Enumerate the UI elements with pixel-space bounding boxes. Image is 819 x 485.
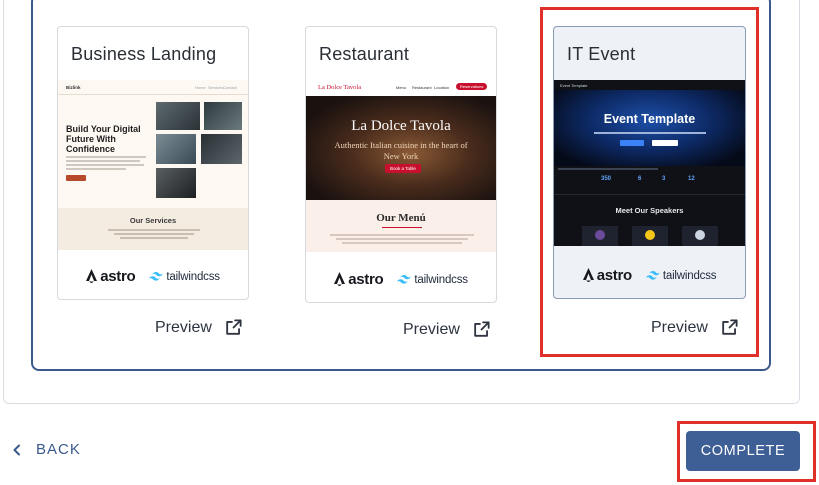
thumb-nav-1: Menu [396,85,407,90]
tech-logos: astro tailwindcss [554,267,745,284]
thumb-divider [554,194,745,195]
thumb-stat-2: 6 [638,176,642,182]
thumb-nav-3: Contact [223,85,237,90]
tailwind-icon [149,272,164,281]
template-card-it-event[interactable]: IT Event Event Template Event Template 3… [553,26,746,299]
thumb-nav-1: Home [195,85,206,90]
thumb-stat-1: 350 [601,176,612,182]
thumb-text-line [342,242,462,244]
template-thumbnail: La Dolce Tavola Menu Restaurant Location… [306,80,496,252]
thumb-speaker-card [682,226,718,246]
thumb-speaker-card [582,226,618,246]
thumb-text-line [558,168,658,170]
thumb-button [620,140,644,146]
template-card-restaurant[interactable]: Restaurant La Dolce Tavola Menu Restaura… [305,26,497,303]
preview-label: Preview [155,318,212,336]
external-link-icon [474,321,490,337]
thumb-services-section: Our Services [58,208,248,250]
thumb-photo [156,102,200,130]
thumb-text-line [336,238,468,240]
thumb-button [652,140,678,146]
tailwind-logo: tailwindcss [397,273,468,286]
thumb-hero: Event Template [554,90,745,166]
thumb-speaker-card [632,226,668,246]
template-thumbnail: Bizlink Home Services Contact Build Your… [58,80,248,250]
tech-logos: astro tailwindcss [58,268,248,285]
thumb-brand: Bizlink [66,85,81,90]
complete-button[interactable]: COMPLETE [686,431,800,471]
astro-label: astro [596,267,632,284]
astro-icon [582,268,594,282]
thumb-brand: Event Template [560,83,588,88]
tailwind-icon [645,271,660,280]
thumb-cta-button [66,175,86,181]
preview-label: Preview [403,320,460,338]
preview-link-it-event[interactable]: Preview [651,318,739,337]
astro-icon [86,269,98,283]
thumb-section-title: Meet Our Speakers [615,206,684,215]
astro-logo: astro [334,271,384,288]
astro-logo: astro [86,268,136,285]
thumb-headline: Build Your Digital Future With Confidenc… [66,124,141,154]
thumb-book-button: Book a Table [385,164,421,173]
speaker-avatar [595,230,605,240]
thumb-subtitle: Authentic Italian cuisine in the heart o… [334,140,468,161]
thumb-text-line [66,164,144,166]
external-link-icon [722,319,738,335]
thumb-text-line [108,229,200,231]
thumb-text-line [66,160,140,162]
tailwind-logo: tailwindcss [149,270,220,283]
tailwind-label: tailwindcss [662,269,717,282]
template-thumbnail: Event Template Event Template 350 6 3 12… [554,80,745,246]
thumb-text-line [66,168,126,170]
chevron-left-icon [13,444,20,455]
astro-icon [334,272,346,286]
speaker-avatar [695,230,705,240]
thumb-nav-3: Location [434,85,450,90]
thumb-photo [201,134,242,164]
thumb-text-line [594,132,706,134]
tech-logos: astro tailwindcss [306,271,496,288]
thumb-text-line [330,234,474,236]
thumb-photo [156,168,196,198]
card-title: Business Landing [71,44,217,64]
thumb-brand: La Dolce Tavola [318,84,362,91]
thumb-photo [204,102,242,130]
template-card-business-landing[interactable]: Business Landing Bizlink Home Services C… [57,26,249,300]
back-button[interactable]: BACK [12,441,81,458]
card-title: Restaurant [319,44,410,64]
astro-label: astro [348,271,384,288]
thumb-stat-4: 12 [688,176,695,182]
thumb-reservations-button: Reservations [456,83,488,90]
tailwind-label: tailwindcss [414,273,468,286]
thumb-text-line [114,233,194,235]
external-link-icon [226,319,242,335]
tailwind-logo: tailwindcss [645,269,717,282]
thumb-text-line [66,156,146,158]
preview-link-restaurant[interactable]: Preview [403,320,491,339]
preview-label: Preview [651,318,708,336]
thumb-underline [382,227,422,228]
thumb-stat-3: 3 [662,176,666,182]
astro-logo: astro [582,267,632,284]
thumb-text-line [120,237,188,239]
tailwind-icon [397,275,412,284]
thumb-photo [156,134,196,164]
astro-label: astro [100,268,136,285]
card-title: IT Event [567,44,636,64]
thumb-headline: La Dolce Tavola [351,118,451,134]
thumb-navbar: La Dolce Tavola Menu Restaurant Location… [306,80,496,96]
preview-link-business-landing[interactable]: Preview [155,318,243,337]
back-label: BACK [36,441,81,458]
thumb-headline: Event Template [603,112,696,126]
speaker-avatar [645,230,655,240]
thumb-divider [58,94,248,95]
thumb-nav-2: Restaurant [412,85,432,90]
tailwind-label: tailwindcss [166,270,220,283]
thumb-section-title: Our Services [129,216,177,225]
thumb-hero: La Dolce Tavola Authentic Italian cuisin… [306,96,496,200]
thumb-section-title: Our Menú [376,212,426,224]
thumb-nav-2: Services [208,85,224,90]
